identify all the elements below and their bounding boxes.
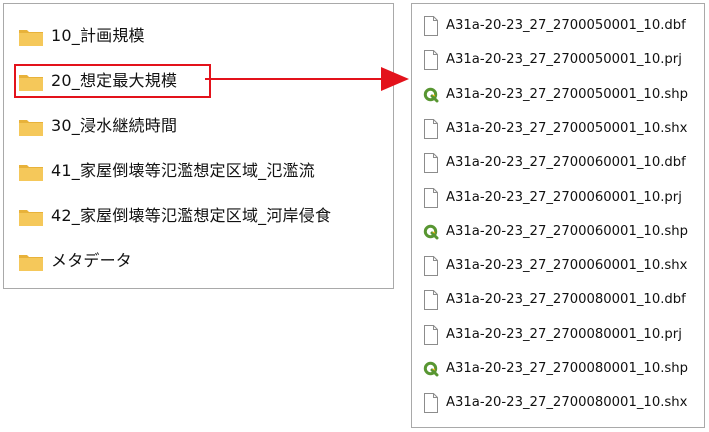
file-name-label: A31a-20-23_27_2700080001_10.dbf [446, 292, 686, 308]
folder-icon [19, 210, 43, 226]
folder-icon [19, 165, 43, 181]
folder-label: 41_家屋倒壊等氾濫想定区域_氾濫流 [51, 161, 315, 180]
qgis-icon [423, 224, 439, 240]
file-item[interactable]: A31a-20-23_27_2700060001_10.shx [412, 252, 704, 280]
file-item[interactable]: A31a-20-23_27_2700060001_10.dbf [412, 149, 704, 177]
file-name-label: A31a-20-23_27_2700050001_10.shx [446, 120, 688, 136]
file-name-label: A31a-20-23_27_2700060001_10.prj [446, 189, 682, 205]
folder-list-pane: 10_計画規模 20_想定最大規模 30_浸水継続時間 41_家屋倒壊等氾濫想定… [3, 3, 394, 289]
folder-label: メタデータ [51, 251, 133, 270]
file-item[interactable]: A31a-20-23_27_2700050001_10.shp [412, 81, 704, 109]
qgis-icon [423, 87, 439, 103]
file-item[interactable]: A31a-20-23_27_2700060001_10.shp [412, 218, 704, 246]
file-name-label: A31a-20-23_27_2700060001_10.shx [446, 258, 688, 274]
file-name-label: A31a-20-23_27_2700060001_10.dbf [446, 155, 686, 171]
red-arrow-icon [205, 67, 409, 91]
file-item[interactable]: A31a-20-23_27_2700050001_10.prj [412, 46, 704, 74]
file-item[interactable]: A31a-20-23_27_2700060001_10.prj [412, 184, 704, 212]
folder-icon [19, 120, 43, 136]
file-item[interactable]: A31a-20-23_27_2700080001_10.prj [412, 321, 704, 349]
blank-file-icon [424, 16, 438, 36]
blank-file-icon [424, 50, 438, 71]
file-item[interactable]: A31a-20-23_27_2700050001_10.shx [412, 115, 704, 143]
file-name-label: A31a-20-23_27_2700050001_10.dbf [446, 18, 686, 33]
file-name-label: A31a-20-23_27_2700050001_10.prj [446, 52, 682, 68]
blank-file-icon [424, 393, 438, 414]
file-item[interactable]: A31a-20-23_27_2700080001_10.shx [412, 389, 704, 417]
blank-file-icon [424, 290, 438, 311]
qgis-icon [423, 361, 439, 377]
folder-label: 42_家屋倒壊等氾濫想定区域_河岸侵食 [51, 206, 332, 225]
file-name-label: A31a-20-23_27_2700080001_10.prj [446, 326, 682, 342]
folder-label: 30_浸水継続時間 [51, 116, 178, 135]
blank-file-icon [424, 256, 438, 277]
blank-file-icon [424, 324, 438, 345]
file-item[interactable]: A31a-20-23_27_2700080001_10.shp [412, 355, 704, 383]
file-name-label: A31a-20-23_27_2700080001_10.shx [446, 395, 688, 411]
file-item[interactable]: A31a-20-23_27_2700050001_10.dbf [412, 12, 704, 40]
selection-highlight-box [14, 64, 211, 98]
folder-label: 10_計画規模 [51, 26, 145, 45]
file-name-label: A31a-20-23_27_2700050001_10.shp [446, 86, 688, 102]
blank-file-icon [424, 153, 438, 174]
folder-icon [19, 30, 43, 46]
blank-file-icon [424, 187, 438, 208]
file-list-pane: A31a-20-23_27_2700050001_10.dbf A31a-20-2… [411, 3, 705, 428]
blank-file-icon [424, 118, 438, 139]
file-name-label: A31a-20-23_27_2700080001_10.shp [446, 361, 688, 376]
file-item[interactable]: A31a-20-23_27_2700080001_10.dbf [412, 286, 704, 314]
file-name-label: A31a-20-23_27_2700060001_10.shp [446, 223, 688, 239]
folder-icon [19, 255, 43, 271]
